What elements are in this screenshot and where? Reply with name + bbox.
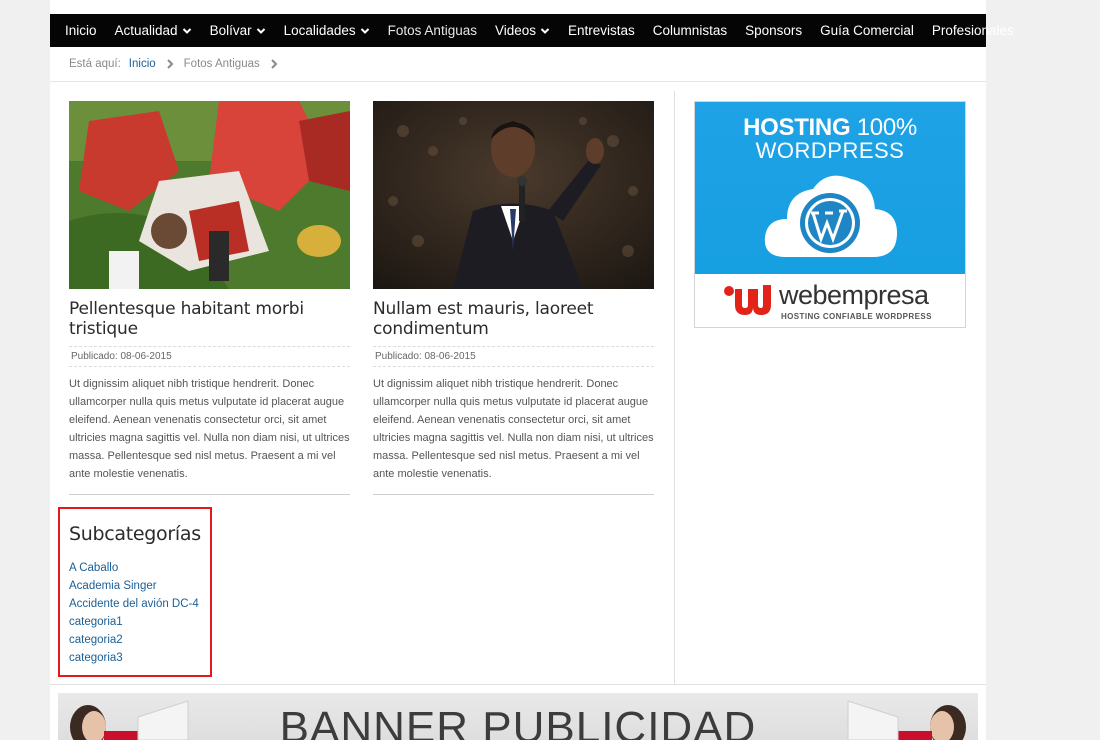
ad-top-panel: HOSTING 100% WORDPRESS xyxy=(695,102,965,274)
breadcrumb: Está aquí: Inicio Fotos Antiguas xyxy=(50,47,986,82)
advertising-banner[interactable]: BANNER PUBLICIDAD xyxy=(58,693,978,740)
breadcrumb-lead: Está aquí: xyxy=(69,58,121,70)
footer-divider xyxy=(50,684,986,685)
chevron-down-icon xyxy=(182,26,192,36)
chevron-down-icon xyxy=(360,26,370,36)
page: Inicio Actualidad Bolívar Localidades Fo… xyxy=(50,0,1014,740)
article-card: Pellentesque habitant morbi tristique Pu… xyxy=(69,101,350,495)
article-excerpt: Ut dignissim aliquet nibh tristique hend… xyxy=(373,375,654,495)
nav-item-videos[interactable]: Videos xyxy=(495,23,550,38)
nav-item-actualidad[interactable]: Actualidad xyxy=(115,23,192,38)
ad-tagline: HOSTING CONFIABLE WORDPRESS xyxy=(781,312,932,321)
main-menu: Inicio Actualidad Bolívar Localidades Fo… xyxy=(50,14,1014,47)
megaphone-person-right-icon xyxy=(847,700,966,740)
subcategory-link[interactable]: categoria2 xyxy=(69,631,210,649)
chevron-down-icon xyxy=(256,26,266,36)
webempresa-logo-icon xyxy=(724,285,771,315)
subcategory-link[interactable]: Academia Singer xyxy=(69,577,210,595)
subcategory-link[interactable]: categoria3 xyxy=(69,649,210,667)
sidebar-ad-banner[interactable]: HOSTING 100% WORDPRESS webempresa HOSTIN… xyxy=(694,101,966,328)
chevron-right-icon xyxy=(166,59,174,69)
article-published-date: Publicado: 08-06-2015 xyxy=(69,346,350,367)
nav-item-localidades[interactable]: Localidades xyxy=(284,23,370,38)
nav-item-entrevistas[interactable]: Entrevistas xyxy=(568,23,635,38)
nav-item-profesionales[interactable]: Profesionales xyxy=(932,23,1014,38)
subcategory-link[interactable]: Accidente del avión DC-4 xyxy=(69,595,210,613)
column-divider xyxy=(674,91,675,684)
article-published-date: Publicado: 08-06-2015 xyxy=(373,346,654,367)
subcategory-link[interactable]: categoria1 xyxy=(69,613,210,631)
ad-brand-name: webempresa xyxy=(779,280,929,310)
article-title[interactable]: Pellentesque habitant morbi tristique xyxy=(69,299,350,339)
subcategories-list: A Caballo Academia Singer Accidente del … xyxy=(69,559,210,667)
ad-subheadline: WORDPRESS xyxy=(755,138,905,163)
breadcrumb-current: Fotos Antiguas xyxy=(183,58,260,70)
nav-item-columnistas[interactable]: Columnistas xyxy=(653,23,727,38)
subcategories-box: Subcategorías A Caballo Academia Singer … xyxy=(58,507,212,677)
nav-item-guia-comercial[interactable]: Guía Comercial xyxy=(820,23,914,38)
breadcrumb-home-link[interactable]: Inicio xyxy=(129,58,156,70)
subcategory-link[interactable]: A Caballo xyxy=(69,559,210,577)
article-excerpt: Ut dignissim aliquet nibh tristique hend… xyxy=(69,375,350,495)
article-title[interactable]: Nullam est mauris, laoreet condimentum xyxy=(373,299,654,339)
article-image-speaker[interactable] xyxy=(373,101,654,289)
chevron-right-icon xyxy=(270,59,278,69)
wordpress-cloud-icon xyxy=(764,175,897,257)
article-card: Nullam est mauris, laoreet condimentum P… xyxy=(373,101,654,495)
subcategories-title: Subcategorías xyxy=(69,523,201,545)
chevron-down-icon xyxy=(540,26,550,36)
nav-item-inicio[interactable]: Inicio xyxy=(65,23,97,38)
nav-item-fotos-antiguas[interactable]: Fotos Antiguas xyxy=(388,23,477,38)
ad-brand-panel: webempresa HOSTING CONFIABLE WORDPRESS xyxy=(695,274,965,327)
article-image-rugby[interactable] xyxy=(69,101,350,289)
nav-item-sponsors[interactable]: Sponsors xyxy=(745,23,802,38)
nav-item-bolivar[interactable]: Bolívar xyxy=(210,23,266,38)
